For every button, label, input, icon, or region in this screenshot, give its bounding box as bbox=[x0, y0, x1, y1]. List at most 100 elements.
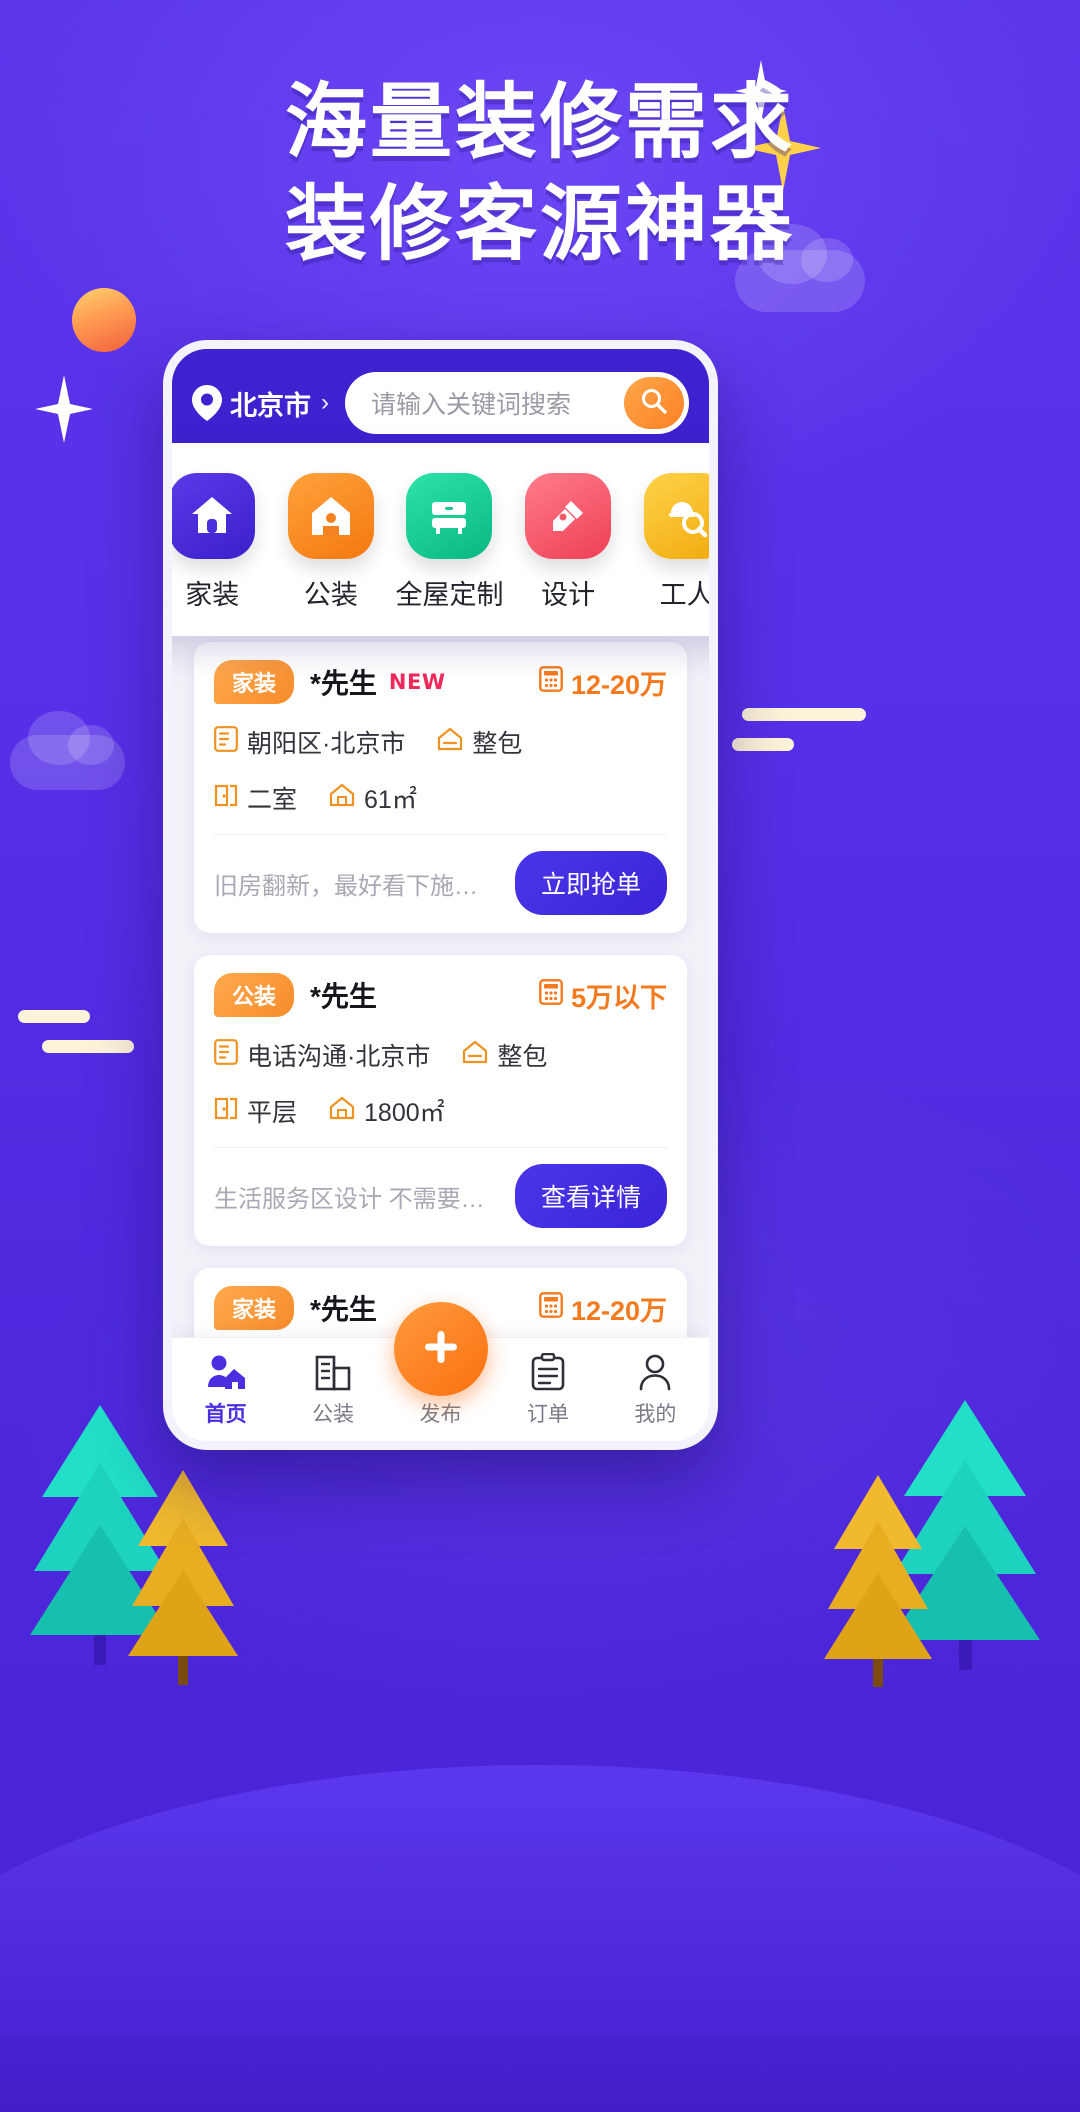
tab-publish[interactable]: 发布 bbox=[387, 1302, 494, 1428]
order-area-text: 1800㎡ bbox=[364, 1099, 445, 1127]
category-item-worker[interactable]: 工人 bbox=[631, 473, 714, 612]
dash-decoration bbox=[18, 1010, 90, 1023]
order-location: 电话沟通·北京市 bbox=[214, 1037, 430, 1073]
category-item-design[interactable]: 设计 bbox=[512, 473, 624, 612]
area-icon bbox=[329, 783, 355, 814]
worker-search-icon bbox=[643, 473, 709, 559]
order-card[interactable]: 家装 *先生 NEW 12-20万 朝阳区·北京市 整包 二室 61㎡ 旧房翻新… bbox=[194, 642, 687, 933]
room-icon bbox=[214, 1095, 238, 1128]
order-customer-name: *先生 bbox=[310, 1294, 377, 1325]
dash-decoration bbox=[742, 708, 866, 721]
doc-icon bbox=[214, 725, 238, 759]
order-area: 1800㎡ bbox=[329, 1093, 445, 1129]
building-house-icon bbox=[287, 473, 374, 559]
location-label: 北京市 bbox=[230, 390, 311, 421]
order-list-icon bbox=[494, 1351, 601, 1393]
order-area: 61㎡ bbox=[329, 780, 417, 816]
category-item-custom-furniture[interactable]: 全屋定制 bbox=[393, 473, 505, 612]
chevron-right-icon: › bbox=[321, 389, 329, 416]
order-tag: 公装 bbox=[214, 973, 295, 1017]
order-tag: 家装 bbox=[214, 660, 295, 704]
tab-label: 首页 bbox=[204, 1403, 247, 1426]
order-rooms: 二室 bbox=[214, 780, 297, 816]
order-price-value: 12-20万 bbox=[570, 669, 667, 700]
order-rooms-text: 平层 bbox=[247, 1099, 298, 1127]
order-package-text: 整包 bbox=[497, 1043, 548, 1071]
category-label: 家装 bbox=[185, 580, 240, 610]
order-price: 12-20万 bbox=[539, 663, 667, 702]
search-icon bbox=[640, 387, 668, 420]
order-price-value: 5万以下 bbox=[570, 982, 667, 1013]
order-card-footer: 生活服务区设计 不需要施工 只需… 查看详情 bbox=[214, 1147, 667, 1246]
user-icon bbox=[602, 1351, 709, 1393]
home-small-icon bbox=[437, 727, 463, 758]
order-card-footer: 旧房翻新，最好看下施工工地，… 立即抢单 bbox=[214, 834, 667, 933]
order-action-button[interactable]: 立即抢单 bbox=[514, 851, 667, 915]
order-price: 5万以下 bbox=[539, 976, 667, 1015]
publish-fab-button[interactable] bbox=[393, 1302, 488, 1396]
order-tag: 家装 bbox=[214, 1286, 295, 1330]
category-item-home-decoration[interactable]: 家装 bbox=[172, 473, 268, 612]
tab-label: 公装 bbox=[312, 1403, 355, 1426]
order-rooms: 平层 bbox=[214, 1093, 297, 1129]
order-action-button[interactable]: 查看详情 bbox=[514, 1164, 667, 1228]
order-info-row-location: 电话沟通·北京市 整包 bbox=[214, 1037, 667, 1073]
category-panel: 家装 公装 全屋定制 设计 工人 bbox=[172, 443, 714, 636]
search-input[interactable]: 请输入关键词搜索 bbox=[371, 385, 624, 421]
tab-home[interactable]: 首页 bbox=[172, 1351, 279, 1428]
home-small-icon bbox=[462, 1040, 488, 1071]
order-info-row-rooms: 平层 1800㎡ bbox=[214, 1093, 667, 1129]
tab-mine[interactable]: 我的 bbox=[602, 1351, 709, 1428]
order-card[interactable]: 公装 *先生 5万以下 电话沟通·北京市 整包 平层 1800㎡ 生活服务区设计… bbox=[194, 955, 687, 1246]
doc-icon bbox=[214, 1038, 238, 1072]
order-description: 生活服务区设计 不需要施工 只需… bbox=[214, 1185, 515, 1213]
tree-decoration bbox=[824, 1475, 932, 1692]
search-bar[interactable]: 请输入关键词搜索 bbox=[345, 372, 689, 434]
tree-decoration bbox=[128, 1470, 238, 1690]
tab-commercial[interactable]: 公装 bbox=[279, 1351, 386, 1428]
tab-label: 订单 bbox=[526, 1403, 569, 1426]
page-title: 海量装修需求 装修客源神器 bbox=[0, 72, 1080, 275]
room-icon bbox=[214, 782, 238, 815]
order-location: 朝阳区·北京市 bbox=[214, 724, 405, 760]
order-rooms-text: 二室 bbox=[247, 786, 298, 814]
calculator-icon bbox=[539, 665, 563, 699]
tab-label: 发布 bbox=[419, 1403, 462, 1426]
tab-label: 我的 bbox=[634, 1403, 677, 1426]
order-package: 整包 bbox=[437, 724, 522, 760]
order-info-row-rooms: 二室 61㎡ bbox=[214, 780, 667, 816]
order-card-header: 公装 *先生 5万以下 bbox=[214, 973, 667, 1017]
plus-icon bbox=[419, 1325, 463, 1374]
dash-decoration bbox=[732, 738, 794, 751]
calculator-icon bbox=[539, 1291, 563, 1325]
building-icon bbox=[279, 1351, 386, 1393]
tab-orders[interactable]: 订单 bbox=[494, 1351, 601, 1428]
category-label: 工人 bbox=[659, 580, 714, 610]
location-selector[interactable]: 北京市 › bbox=[192, 384, 329, 423]
dash-decoration bbox=[42, 1040, 134, 1053]
home-person-icon bbox=[172, 1351, 279, 1393]
category-item-commercial[interactable]: 公装 bbox=[275, 473, 387, 612]
house-icon bbox=[172, 473, 256, 559]
cloud-decoration-left bbox=[10, 711, 125, 790]
search-button[interactable] bbox=[624, 377, 684, 429]
new-badge: NEW bbox=[388, 670, 446, 694]
category-label: 设计 bbox=[541, 580, 596, 610]
order-package: 整包 bbox=[462, 1037, 547, 1073]
location-pin-icon bbox=[192, 385, 222, 421]
app-header: 北京市 › 请输入关键词搜索 bbox=[172, 349, 709, 457]
sparkle-icon bbox=[35, 375, 93, 443]
bottom-navigation: 首页 公装 发布 订单 我的 bbox=[172, 1302, 709, 1441]
order-description: 旧房翻新，最好看下施工工地，… bbox=[214, 872, 515, 900]
order-info-row-location: 朝阳区·北京市 整包 bbox=[214, 724, 667, 760]
app-body: 家装 公装 全屋定制 设计 工人 家装 *先生 NEW 12-20万 朝阳区·北… bbox=[172, 443, 709, 1441]
area-icon bbox=[329, 1096, 355, 1127]
headline-line-1: 海量装修需求 bbox=[284, 75, 795, 170]
pen-design-icon bbox=[525, 473, 612, 559]
order-customer-name: *先生 bbox=[310, 981, 377, 1012]
order-area-text: 61㎡ bbox=[364, 786, 417, 814]
order-location-text: 朝阳区·北京市 bbox=[247, 730, 406, 758]
order-price: 12-20万 bbox=[539, 1289, 667, 1328]
category-label: 公装 bbox=[303, 580, 358, 610]
phone-mockup: 北京市 › 请输入关键词搜索 家装 公装 全屋定制 设计 工人 家装 *先生 N… bbox=[163, 340, 718, 1450]
